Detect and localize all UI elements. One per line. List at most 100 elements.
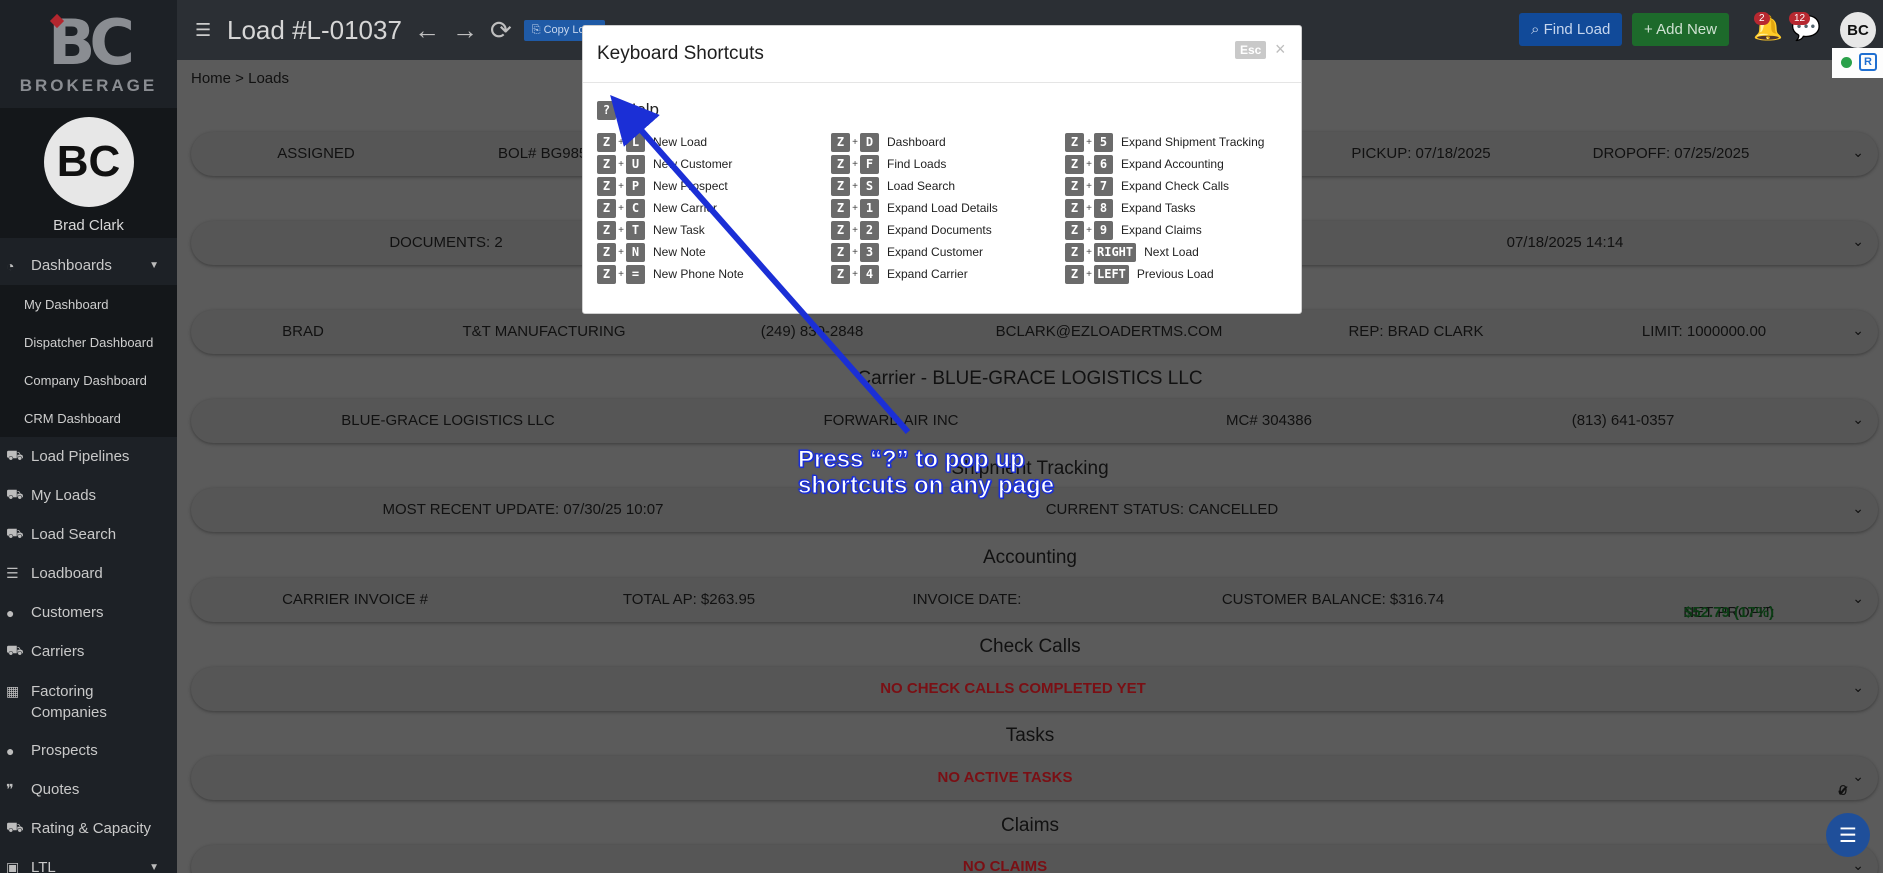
shortcut-row: Z + L New Load [597,131,744,153]
plus-sign: + [852,136,858,148]
esc-key-badge[interactable]: Esc [1235,41,1267,59]
chevron-down-icon[interactable]: ⌄ [1852,144,1864,161]
breadcrumb[interactable]: Home > Loads [191,70,289,87]
sidebar-item-quotes[interactable]: ❞ Quotes [0,770,177,809]
user-profile: BC Brad Clark [0,108,177,238]
avatar[interactable]: BC [1840,12,1876,48]
shortcut-row: Z + = New Phone Note [597,263,744,285]
shortcut-label: Load Search [887,179,956,193]
chevron-down-icon[interactable]: ⌄ [1852,322,1864,339]
avatar[interactable]: BC [43,117,134,207]
shortcut-label: New Prospect [653,179,728,193]
shortcut-key: S [860,176,879,196]
message-badge: 12 [1789,12,1811,25]
sidebar-subitem-company-dashboard[interactable]: Company Dashboard [0,361,177,399]
refresh-icon[interactable]: ⟳ [490,15,512,46]
sidebar-item-loadboard[interactable]: ☰ Loadboard [0,554,177,593]
sidebar-subitem-crm-dashboard[interactable]: CRM Dashboard [0,399,177,437]
shortcut-key: 7 [1094,176,1113,196]
plus-sign: + [852,246,858,258]
shortcut-row: Z +1 Expand Load Details [831,197,998,219]
brokerage-logo[interactable]: BC BROKERAGE [0,0,177,108]
hamburger-menu-icon[interactable]: ☰ [195,20,219,41]
customer-card[interactable]: BRAD T&T MANUFACTURING (249) 830-2848 BC… [191,310,1878,354]
close-icon[interactable]: × [1275,39,1286,60]
shortcut-column-3: Z +5 Expand Shipment Tracking Z +6 Expand Ac… [1065,131,1264,285]
shortcut-row: Z + LEFT Previous Load [1065,263,1264,285]
shortcut-key: 4 [860,264,879,284]
annotation-text: Press “?” to pop up shortcuts on any pag… [797,446,1055,499]
caret-down-icon: ▼ [149,260,159,271]
shortcut-key: 6 [1094,154,1113,174]
chevron-down-icon[interactable]: ⌄ [1852,590,1864,607]
building-icon: ▦ [6,683,20,699]
sidebar-item-load-search[interactable]: ⛟ Load Search [0,515,177,554]
carrier-section-title: Carrier - BLUE-GRACE LOGISTICS LLC [857,368,1203,389]
claims-card[interactable]: NO CLAIMS ⌄ [191,845,1878,873]
sidebar-item-label: Load Search [31,526,117,543]
shortcut-label: New Customer [653,157,733,171]
sidebar-item-label: Factoring Companies [31,683,107,721]
arrow-left-icon[interactable]: ← [414,15,440,46]
chevron-down-icon[interactable]: ⌄ [1852,500,1864,517]
truck-icon: ⛟ [6,819,24,835]
sidebar-item-label: LTL [31,859,56,873]
shortcut-key: P [626,176,645,196]
accounting-card[interactable]: CARRIER INVOICE # TOTAL AP: $263.95 INVO… [191,578,1878,622]
sidebar-item-dashboards[interactable]: ◔ Dashboards ▼ [0,246,177,285]
sidebar-item-prospects[interactable]: ● Prospects [0,731,177,770]
annotation-line-2: shortcuts on any page [797,472,1055,499]
chevron-down-icon[interactable]: ⌄ [1852,768,1864,785]
chevron-down-icon[interactable]: ⌄ [1852,679,1864,696]
shortcut-row: Z + S Load Search [831,175,998,197]
find-load-button[interactable]: ⌕ Find Load [1519,13,1623,46]
pickup-value: PICKUP: 07/18/2025 [1351,145,1491,162]
sidebar-item-carriers[interactable]: ⛟ Carriers [0,632,177,671]
plus-sign: + [618,224,624,236]
sidebar-item-my-loads[interactable]: ⛟ My Loads [0,476,177,515]
shortcut-row: Z +2 Expand Documents [831,219,998,241]
sidebar-item-factoring-companies[interactable]: ▦ Factoring Companies [0,671,177,731]
add-new-button[interactable]: + Add New [1632,13,1729,46]
notification-badge: 2 [1754,12,1770,25]
sidebar-subitem-dispatcher-dashboard[interactable]: Dispatcher Dashboard [0,323,177,361]
carrier-card[interactable]: BLUE-GRACE LOGISTICS LLC FORWARD AIR INC… [191,399,1878,443]
tasks-card[interactable]: NO ACTIVE TASKS ✔ 0 ⌄ [191,756,1878,800]
shortcut-key: Z [831,264,850,284]
checkcalls-card[interactable]: NO CHECK CALLS COMPLETED YET ⌄ [191,667,1878,711]
shortcut-key: Z [597,176,616,196]
shortcut-key: 3 [860,242,879,262]
shortcut-key: Z [1065,176,1084,196]
truck-icon: ⛟ [6,486,24,502]
shortcut-key: Z [831,132,850,152]
shortcut-label: Expand Shipment Tracking [1121,135,1265,149]
arrow-right-icon[interactable]: → [452,15,478,46]
sidebar-item-ltl[interactable]: ▣ LTL ▼ [0,848,177,873]
search-icon: ⌕ [1531,21,1544,38]
chevron-down-icon[interactable]: ⌄ [1852,233,1864,250]
chevron-down-icon[interactable]: ⌄ [1852,857,1864,873]
shortcut-row: Z +5 Expand Shipment Tracking [1065,131,1264,153]
claims-status: NO CLAIMS [962,858,1048,873]
shortcut-label: Dashboard [887,135,946,149]
chat-widget-icon[interactable]: ☰ [1826,813,1870,857]
customer-balance: CUSTOMER BALANCE: $316.74 [1221,591,1445,608]
plus-sign: + [618,246,624,258]
shortcut-row: Z + P New Prospect [597,175,744,197]
shortcut-key: L [626,132,645,152]
shortcut-key: Z [831,154,850,174]
plus-sign: + [618,202,624,214]
sidebar-subitem-my-dashboard[interactable]: My Dashboard [0,285,177,323]
tasks-status: NO ACTIVE TASKS [937,769,1073,786]
status-value: ASSIGNED [277,145,355,162]
sidebar-item-load-pipelines[interactable]: ⛟ Load Pipelines [0,437,177,476]
sidebar-item-customers[interactable]: ● Customers [0,593,177,632]
sidebar-item-rating-capacity[interactable]: ⛟ Rating & Capacity [0,809,177,848]
logo-mark: BC [48,6,135,79]
plus-sign: + [1086,180,1092,192]
sidebar-item-label: My Loads [31,487,97,504]
user-name: Brad Clark [53,217,124,234]
plus-sign: + [1086,224,1092,236]
shortcut-key: = [626,264,645,284]
chevron-down-icon[interactable]: ⌄ [1852,411,1864,428]
